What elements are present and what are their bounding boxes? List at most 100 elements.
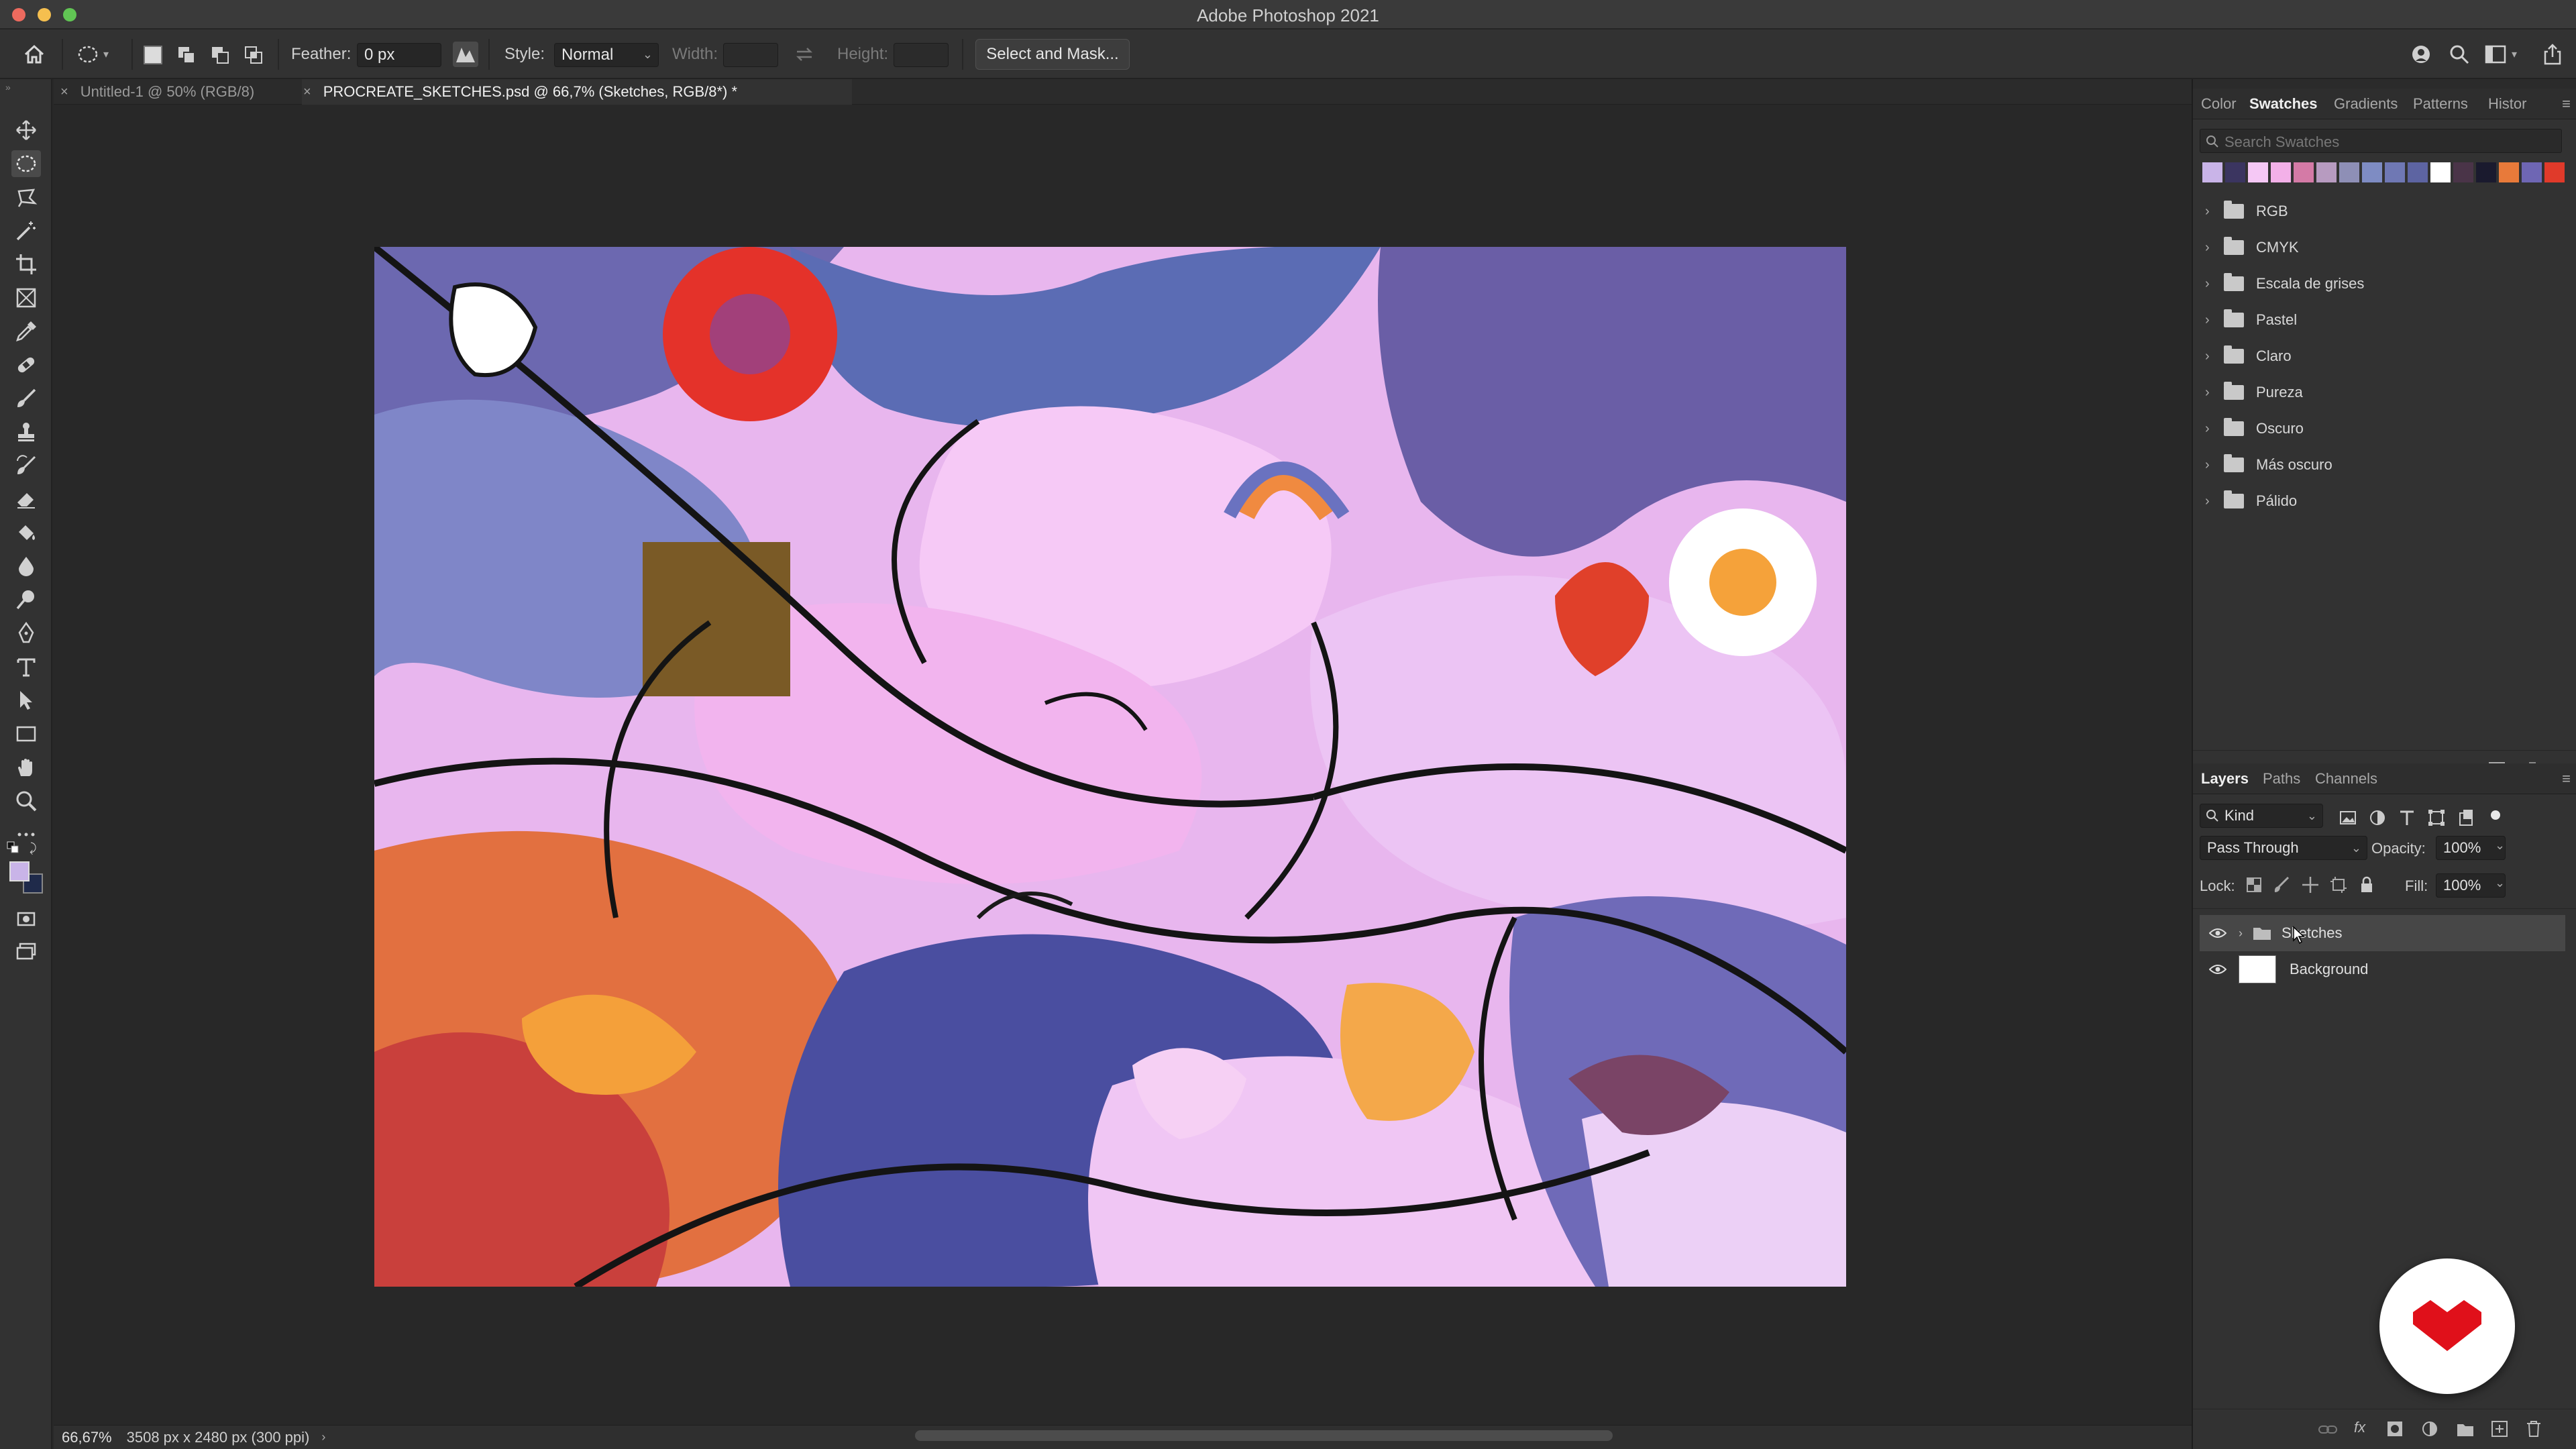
swatch-color[interactable]	[2225, 162, 2245, 182]
chevron-right-icon[interactable]: ›	[321, 1430, 325, 1444]
tab-channels[interactable]: Channels	[2315, 763, 2377, 794]
pixel-filter-icon[interactable]	[2338, 808, 2358, 828]
swatch-color[interactable]	[2294, 162, 2314, 182]
quick-mask-button[interactable]	[11, 906, 41, 932]
screen-mode-button[interactable]	[11, 938, 41, 965]
eye-icon[interactable]	[2209, 963, 2226, 975]
layer-row-background[interactable]: Background	[2200, 951, 2565, 987]
chevron-right-icon[interactable]: ›	[2205, 313, 2214, 328]
tab-swatches[interactable]: Swatches	[2249, 89, 2318, 119]
anti-alias-toggle[interactable]	[452, 30, 479, 79]
default-colors-icon[interactable]	[7, 841, 20, 858]
chevron-right-icon[interactable]: ›	[2205, 494, 2214, 509]
chevron-right-icon[interactable]: ›	[2205, 421, 2214, 437]
clone-stamp-tool[interactable]	[11, 419, 41, 445]
search-button[interactable]	[2449, 30, 2470, 79]
tab-layers[interactable]: Layers	[2201, 763, 2249, 794]
fx-icon[interactable]: fx	[2354, 1419, 2365, 1436]
swatch-group[interactable]: › Pastel	[2205, 302, 2297, 338]
doc-tab-untitled[interactable]: × Untitled-1 @ 50% (RGB/8)	[60, 79, 254, 105]
tab-history[interactable]: Histor	[2488, 89, 2526, 119]
swatch-group[interactable]: › Pálido	[2205, 483, 2297, 519]
artwork-canvas[interactable]	[374, 247, 1846, 1287]
blur-tool[interactable]	[11, 553, 41, 580]
workspace-button[interactable]: ▾	[2485, 30, 2517, 79]
shape-filter-icon[interactable]	[2426, 808, 2447, 828]
rectangle-tool[interactable]	[11, 720, 41, 747]
magic-wand-tool[interactable]	[11, 217, 41, 244]
home-button[interactable]	[23, 30, 46, 79]
swatch-group[interactable]: › RGB	[2205, 193, 2288, 229]
swatch-color[interactable]	[2499, 162, 2519, 182]
history-brush-tool[interactable]	[11, 452, 41, 479]
tab-patterns[interactable]: Patterns	[2413, 89, 2468, 119]
add-selection-button[interactable]	[177, 46, 196, 64]
tool-preset-picker[interactable]: ▾	[76, 30, 109, 79]
filter-toggle-icon[interactable]	[2485, 805, 2506, 825]
type-tool[interactable]	[11, 653, 41, 680]
chevron-right-icon[interactable]: ›	[2205, 204, 2214, 219]
new-layer-icon[interactable]	[2491, 1420, 2508, 1438]
filter-kind-dropdown[interactable]: Kind ⌄	[2200, 804, 2323, 828]
chevron-right-icon[interactable]: ›	[2205, 349, 2214, 364]
link-layers-icon[interactable]	[2318, 1423, 2338, 1436]
lock-pixels-icon[interactable]	[2272, 875, 2292, 895]
intersect-selection-button[interactable]	[244, 46, 263, 64]
horizontal-scrollbar[interactable]	[915, 1430, 1613, 1441]
adjustment-layer-icon[interactable]	[2421, 1420, 2438, 1438]
chevron-right-icon[interactable]: ›	[2205, 240, 2214, 256]
swatch-color[interactable]	[2544, 162, 2565, 182]
swatch-color[interactable]	[2453, 162, 2473, 182]
style-dropdown[interactable]: Normal ⌄	[554, 43, 659, 67]
swatch-group[interactable]: › Más oscuro	[2205, 447, 2332, 483]
swap-colors-icon[interactable]: ⤸	[30, 841, 37, 855]
healing-brush-tool[interactable]	[11, 352, 41, 378]
subtract-selection-button[interactable]	[211, 46, 229, 64]
eyedropper-tool[interactable]	[11, 318, 41, 345]
smart-object-filter-icon[interactable]	[2456, 808, 2476, 828]
paint-bucket-tool[interactable]	[11, 519, 41, 546]
search-swatches-field[interactable]: Search Swatches	[2200, 129, 2562, 153]
chevron-down-icon[interactable]: ⌄	[2495, 839, 2505, 853]
swatch-color[interactable]	[2385, 162, 2405, 182]
lock-position-icon[interactable]	[2300, 875, 2320, 895]
swatch-group[interactable]: › Claro	[2205, 338, 2292, 374]
swatch-group[interactable]: › Escala de grises	[2205, 266, 2364, 302]
share-learn-button[interactable]	[2410, 30, 2432, 79]
tab-paths[interactable]: Paths	[2263, 763, 2300, 794]
panel-menu-icon[interactable]: ≡	[2562, 95, 2571, 113]
tab-color[interactable]: Color	[2201, 89, 2237, 119]
zoom-level[interactable]: 66,67%	[62, 1429, 112, 1446]
swatch-color[interactable]	[2316, 162, 2337, 182]
chevron-right-icon[interactable]: ›	[2205, 458, 2214, 473]
path-selection-tool[interactable]	[11, 687, 41, 714]
chevron-right-icon[interactable]: ›	[2239, 926, 2243, 941]
swatch-group[interactable]: › Oscuro	[2205, 411, 2304, 447]
trash-icon[interactable]	[2526, 1420, 2542, 1438]
swatch-color[interactable]	[2476, 162, 2496, 182]
swatch-color[interactable]	[2430, 162, 2451, 182]
close-icon[interactable]: ×	[303, 85, 311, 100]
new-selection-button[interactable]	[144, 46, 162, 64]
dodge-tool[interactable]	[11, 586, 41, 613]
layer-mask-icon[interactable]	[2386, 1420, 2404, 1438]
canvas-area[interactable]	[54, 105, 2233, 1425]
swatch-color[interactable]	[2248, 162, 2268, 182]
swatch-group[interactable]: › CMYK	[2205, 229, 2299, 266]
eye-icon[interactable]	[2209, 927, 2226, 939]
swatch-color[interactable]	[2339, 162, 2359, 182]
close-icon[interactable]: ×	[60, 85, 68, 100]
swatch-group[interactable]: › Pureza	[2205, 374, 2303, 411]
lock-all-icon[interactable]	[2357, 875, 2377, 895]
foreground-color-swatch[interactable]	[9, 861, 30, 881]
adjustment-filter-icon[interactable]	[2367, 808, 2387, 828]
crop-tool[interactable]	[11, 251, 41, 278]
swatch-color[interactable]	[2362, 162, 2382, 182]
elliptical-marquee-tool[interactable]	[11, 150, 41, 177]
lasso-tool[interactable]	[11, 184, 41, 211]
pen-tool[interactable]	[11, 620, 41, 647]
frame-tool[interactable]	[11, 284, 41, 311]
doc-tab-procreate-sketches[interactable]: × PROCREATE_SKETCHES.psd @ 66,7% (Sketch…	[302, 79, 852, 105]
type-filter-icon[interactable]	[2397, 808, 2417, 828]
folder-icon[interactable]	[2456, 1421, 2475, 1438]
